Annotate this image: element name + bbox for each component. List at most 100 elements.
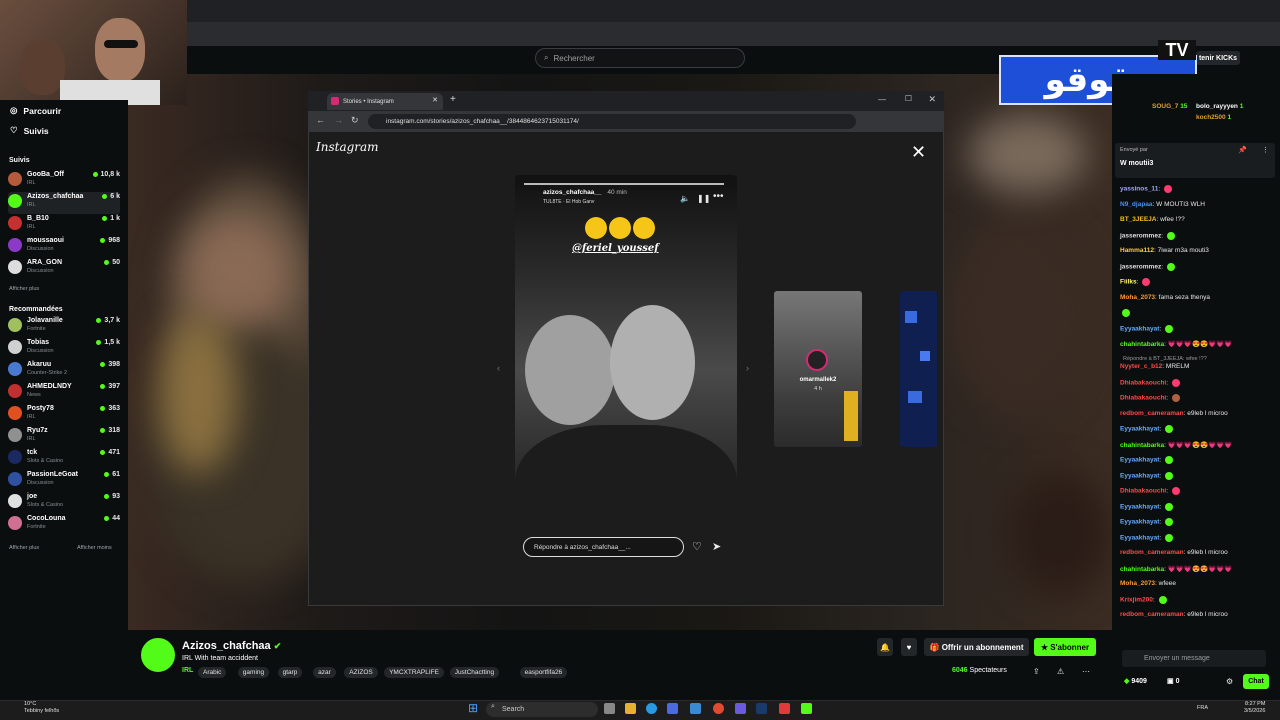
pinned-message[interactable]: Envoyé par W moutii3 📌 ⋮ — [1115, 143, 1275, 178]
instagram-logo[interactable]: Instagram — [316, 140, 379, 154]
story-username[interactable]: azizos_chafchaa__ 40 min — [543, 189, 627, 196]
chat-username[interactable]: Nyyter_c_b12 — [1120, 363, 1162, 370]
sidebar-channel-followed[interactable]: Azizos_chafchaa IRL 6 k — [8, 192, 120, 214]
minimize-icon[interactable]: — — [878, 95, 886, 104]
chat-username[interactable]: Eyyaakhayat — [1120, 519, 1159, 526]
like-heart-icon[interactable]: ♡ — [692, 540, 702, 553]
new-tab-icon[interactable]: + — [450, 94, 456, 105]
chat-username[interactable]: chahintabarka — [1120, 442, 1164, 449]
steam-icon[interactable] — [756, 703, 767, 714]
close-tab-icon[interactable]: ✕ — [432, 96, 438, 104]
chat-username[interactable]: Moha_2073 — [1120, 580, 1155, 587]
chat-username[interactable]: Eyyaakhayat — [1120, 457, 1159, 464]
chat-username[interactable]: Eyyaakhayat — [1120, 473, 1159, 480]
pause-icon[interactable]: ❚❚ — [697, 194, 710, 203]
chat-username[interactable]: jasserommez — [1120, 233, 1161, 240]
chat-username[interactable]: chahintabarka — [1120, 341, 1164, 348]
back-icon[interactable]: ← — [316, 115, 325, 125]
stream-tag[interactable]: YMCXTRAPLIFE — [384, 667, 444, 678]
windows-start-icon[interactable]: ⊞ — [468, 701, 478, 715]
language-indicator[interactable]: FRA — [1197, 705, 1208, 711]
settings-gear-icon[interactable]: ⚙ — [1226, 677, 1233, 686]
chat-send-button[interactable]: Chat — [1243, 674, 1269, 689]
chat-username[interactable]: redbom_cameraman — [1120, 549, 1184, 556]
maximize-icon[interactable]: ☐ — [905, 94, 912, 103]
chat-username[interactable]: Eyyaakhayat — [1120, 535, 1159, 542]
next-story-icon[interactable]: › — [746, 363, 749, 373]
sidebar-channel-followed[interactable]: ARA_GON Discussion 50 — [8, 258, 120, 280]
sidebar-channel-recommended[interactable]: AHMEDLNDY News 397 — [8, 382, 120, 404]
more-options-icon[interactable]: ••• — [713, 191, 724, 202]
sidebar-channel-followed[interactable]: B_B10 IRL 1 k — [8, 214, 120, 236]
sidebar-channel-recommended[interactable]: Jolavanille Fortnite 3,7 k — [8, 316, 120, 338]
chat-username[interactable]: yassinos_11 — [1120, 186, 1158, 193]
chat-username[interactable]: chahintabarka — [1120, 566, 1164, 573]
more-icon[interactable]: ⋮ — [1262, 146, 1269, 154]
chat-username[interactable]: Fiilks — [1120, 279, 1137, 286]
mute-icon[interactable]: 🔈 — [680, 194, 690, 203]
gift-subscription-button[interactable]: 🎁 Offrir un abonnement — [924, 638, 1029, 656]
stream-tag[interactable]: gtarp — [277, 667, 303, 678]
more-options-icon[interactable]: ⋯ — [1082, 667, 1090, 676]
chat-username[interactable]: Dhiabakaouchi — [1120, 488, 1166, 495]
sidebar-channel-recommended[interactable]: CocoLouna Fortnite 44 — [8, 514, 120, 536]
store-icon[interactable] — [667, 703, 678, 714]
sidebar-channel-recommended[interactable]: Ryu7z IRL 318 — [8, 426, 120, 448]
chat-username[interactable]: jasserommez — [1120, 264, 1161, 271]
chrome-icon[interactable] — [713, 703, 724, 714]
share-icon[interactable]: ⇪ — [1033, 667, 1040, 676]
close-story-icon[interactable]: ✕ — [911, 142, 926, 163]
sidebar-channel-followed[interactable]: moussaoui Discussion 968 — [8, 236, 120, 258]
sidebar-channel-recommended[interactable]: PassionLeGoat Discussion 61 — [8, 470, 120, 492]
followed-show-more[interactable]: Afficher plus — [9, 286, 39, 292]
file-explorer-icon[interactable] — [625, 703, 636, 714]
taskbar-search[interactable]: ⌕ Search — [486, 702, 598, 717]
avatar[interactable] — [141, 638, 175, 672]
chat-username[interactable]: Dhiabakaouchi — [1120, 395, 1166, 402]
report-icon[interactable]: ⚠ — [1057, 667, 1064, 676]
stream-tag[interactable]: Arabic — [198, 667, 227, 678]
discord-icon[interactable] — [735, 703, 746, 714]
sidebar-channel-recommended[interactable]: tck Slots & Casino 471 — [8, 448, 120, 470]
chat-username[interactable]: Eyyaakhayat — [1120, 504, 1159, 511]
chat-username[interactable]: Dhiabakaouchi — [1120, 380, 1166, 387]
weather-widget[interactable]: 10°C Tebbiny felhős — [24, 701, 59, 715]
chat-username[interactable]: BT_3JEEJA — [1120, 216, 1157, 223]
chat-username[interactable]: N9_djapaa — [1120, 201, 1153, 208]
prev-story-icon[interactable]: ‹ — [497, 363, 500, 373]
recommended-show-less[interactable]: Afficher moins — [77, 545, 112, 551]
app-icon[interactable] — [690, 703, 701, 714]
kick-header-button[interactable]: tenir KICKs — [1196, 51, 1240, 65]
task-view-icon[interactable] — [604, 703, 615, 714]
close-window-icon[interactable]: ✕ — [928, 94, 936, 105]
chat-username[interactable]: redbom_cameraman — [1120, 611, 1184, 618]
sidebar-channel-recommended[interactable]: Akaruu Counter-Strike 2 398 — [8, 360, 120, 382]
kick-icon[interactable] — [801, 703, 812, 714]
chat-username[interactable]: Eyyaakhayat — [1120, 426, 1159, 433]
system-clock[interactable]: 8:27 PM 3/5/2026 — [1244, 701, 1265, 715]
app-icon[interactable] — [779, 703, 790, 714]
stream-tag[interactable]: easportfifa26 — [519, 667, 568, 678]
story-preview[interactable] — [900, 291, 937, 447]
follow-heart-icon[interactable]: ♥ — [901, 638, 917, 656]
chat-username[interactable]: Krixjim200 — [1120, 597, 1153, 604]
pin-icon[interactable]: 📌 — [1238, 146, 1247, 154]
sidebar-channel-recommended[interactable]: joe Slots & Casino 93 — [8, 492, 120, 514]
story-mention[interactable]: @feriel_youssef — [572, 243, 659, 254]
reload-icon[interactable]: ↻ — [351, 115, 359, 126]
address-bar[interactable]: instagram.com/stories/azizos_chafchaa__/… — [368, 114, 856, 129]
recommended-show-more[interactable]: Afficher plus — [9, 545, 39, 551]
stream-tag[interactable]: gaming — [237, 667, 270, 678]
stream-tag[interactable]: AZIZOS — [344, 667, 378, 678]
edge-icon[interactable] — [646, 703, 657, 714]
sidebar-channel-followed[interactable]: GooBa_Off IRL 10,8 k — [8, 170, 120, 192]
browser-tab[interactable]: Stories • Instagram ✕ — [327, 93, 443, 110]
story-reply-input[interactable]: Répondre à azizos_chafchaa__... — [523, 537, 684, 557]
send-icon[interactable]: ➤ — [712, 540, 721, 553]
stream-category[interactable]: IRL — [182, 667, 193, 674]
sidebar-channel-recommended[interactable]: Tobias Discussion 1,5 k — [8, 338, 120, 360]
stream-tag[interactable]: azar — [313, 667, 336, 678]
sidebar-channel-recommended[interactable]: Posty78 IRL 363 — [8, 404, 120, 426]
nav-following[interactable]: ♡ Suivis — [10, 125, 49, 136]
stream-tag[interactable]: JustChactting — [449, 667, 500, 678]
